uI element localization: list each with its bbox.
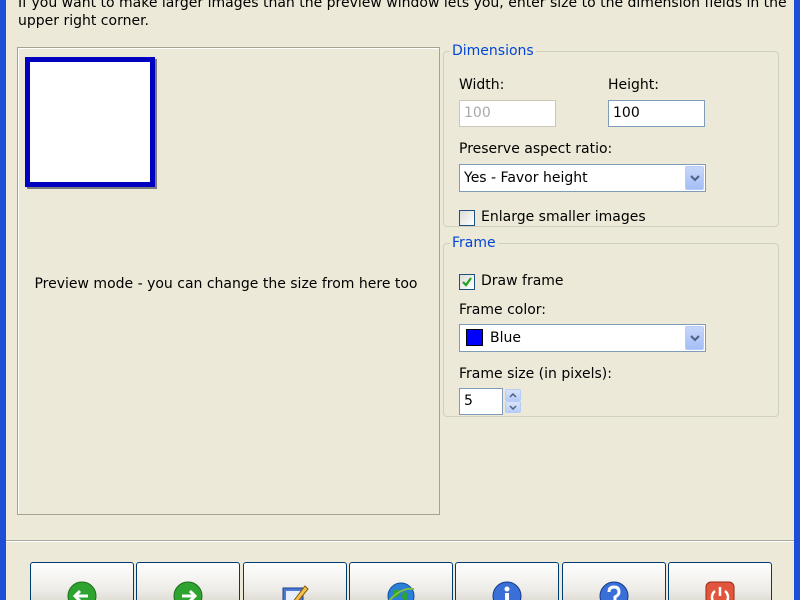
aspect-ratio-label: Preserve aspect ratio: [459, 141, 613, 157]
edit-button[interactable] [243, 562, 347, 600]
globe-icon [387, 582, 415, 600]
draw-frame-checkbox[interactable] [459, 274, 475, 290]
frame-color-label: Frame color: [459, 302, 547, 318]
help-icon [599, 581, 629, 600]
enlarge-checkbox[interactable] [459, 210, 475, 226]
width-field[interactable]: 100 [459, 100, 556, 127]
enlarge-label: Enlarge smaller images [481, 209, 646, 225]
aspect-ratio-value: Yes - Favor height [464, 170, 588, 186]
frame-color-select[interactable]: Blue [459, 324, 706, 352]
frame-size-field[interactable]: 5 [459, 388, 503, 415]
chevron-down-icon[interactable] [685, 166, 704, 190]
frame-size-spinner[interactable] [505, 389, 521, 413]
back-button[interactable] [30, 562, 134, 600]
frame-group: Frame Draw frame Frame color: Blue Frame… [443, 236, 779, 417]
help-button[interactable] [562, 562, 666, 600]
exit-button[interactable] [668, 562, 772, 600]
width-label: Width: [459, 77, 505, 93]
back-arrow-icon [67, 581, 97, 600]
chevron-down-icon[interactable] [685, 326, 704, 350]
web-button[interactable] [349, 562, 453, 600]
intro-text: If you want to make larger images than t… [18, 0, 787, 29]
forward-arrow-icon [173, 581, 203, 600]
preview-panel[interactable]: Preview mode - you can change the size f… [17, 47, 440, 515]
frame-legend: Frame [452, 235, 496, 251]
forward-button[interactable] [136, 562, 240, 600]
dimensions-legend: Dimensions [452, 43, 534, 59]
info-button[interactable] [455, 562, 559, 600]
frame-size-label: Frame size (in pixels): [459, 366, 612, 382]
preview-image[interactable] [25, 57, 155, 187]
application-window: If you want to make larger images than t… [0, 0, 800, 600]
draw-frame-label: Draw frame [481, 273, 564, 289]
check-mark-icon [462, 277, 472, 287]
power-icon [705, 581, 735, 600]
preview-caption: Preview mode - you can change the size f… [34, 276, 418, 292]
edit-icon [282, 585, 309, 600]
height-label: Height: [608, 77, 659, 93]
aspect-ratio-select[interactable]: Yes - Favor height [459, 164, 706, 192]
spin-down-icon[interactable] [505, 401, 521, 413]
dimensions-group: Dimensions Width: 100 Height: 100 Preser… [443, 44, 779, 227]
spin-up-icon[interactable] [505, 389, 521, 401]
height-field[interactable]: 100 [608, 100, 705, 127]
button-bar-separator [6, 540, 794, 542]
frame-color-value: Blue [490, 330, 521, 346]
color-swatch [466, 329, 483, 346]
info-icon [492, 581, 522, 600]
